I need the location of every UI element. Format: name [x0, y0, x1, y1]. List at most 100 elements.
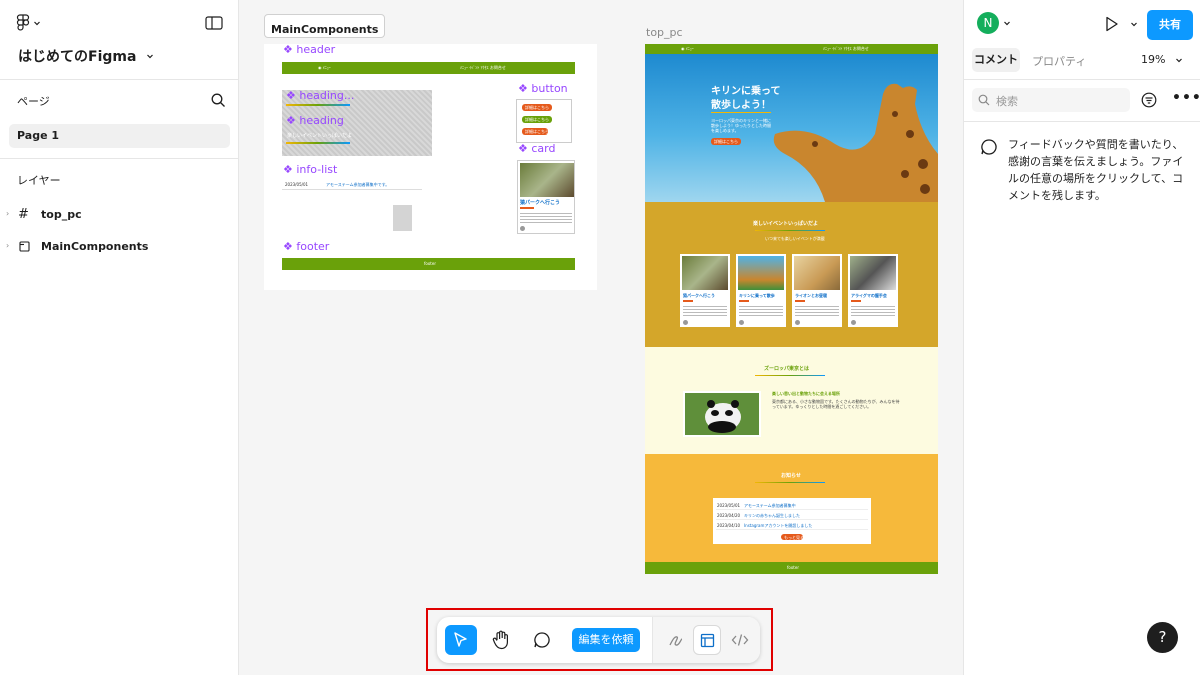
tab-comments[interactable]: コメント	[972, 48, 1020, 72]
search-icon	[978, 94, 990, 106]
event-card-avatar	[683, 320, 688, 325]
component-name: heading	[299, 114, 344, 127]
heading-components[interactable]: ❖ heading... ❖ heading 楽しいイベントいっぱいだよ	[282, 89, 432, 156]
tab-properties[interactable]: プロパティ	[1032, 53, 1086, 69]
draw-mode-icon[interactable]	[668, 632, 684, 648]
info-text: アモーステーム参加者募集中です。	[326, 182, 390, 187]
event-card: ライオンとお昼寝	[792, 254, 842, 327]
card-body-lines	[520, 213, 572, 223]
event-card-body-lines	[739, 306, 783, 316]
share-button[interactable]: 共有	[1147, 10, 1193, 40]
header-component-label[interactable]: ❖ header	[283, 43, 335, 56]
button-variant[interactable]: 詳細はこちら	[522, 104, 552, 111]
info-list-component[interactable]: 2023/05/01 アモーステーム参加者募集中です。	[282, 181, 422, 190]
heading-subtext: 楽しいイベントいっぱいだよ	[287, 133, 353, 139]
heading-component-label[interactable]: ❖ heading	[286, 114, 344, 127]
card-component-label[interactable]: ❖ card	[518, 142, 555, 155]
more-options-icon[interactable]: •••	[1172, 90, 1200, 106]
bottom-toolbar: 編集を依頼	[437, 617, 760, 663]
hero-section: キリンに乗って 散歩しよう！ ヨーロッパ東京のキリンと一緒に散歩しよう！ゆったり…	[645, 54, 938, 202]
event-card-title: ライオンとお昼寝	[795, 293, 827, 298]
main-components-frame[interactable]: ❖ header ◉ ﾒﾆｭｰ ﾒﾆｭｰ ｲﾍﾞﾝﾄ ｱｸｾｽ お問合せ ❖ h…	[264, 43, 597, 290]
main-menu-button[interactable]	[16, 14, 41, 32]
heading-underline	[286, 104, 350, 106]
button-component-set[interactable]: 詳細はこちら 詳細はこちら 詳細はこちら	[516, 99, 572, 143]
design-mode-button[interactable]	[693, 625, 721, 655]
layer-item-maincomponents[interactable]: › MainComponents	[6, 238, 232, 256]
about-title: ズーロッパ東京とは	[764, 366, 810, 372]
main-components-frame-label[interactable]: MainComponents	[264, 14, 386, 38]
about-description: 東京都にある、小さな動物園です。たくさんの動物たちが、みんなを待っています。ゆっ…	[772, 399, 900, 409]
about-subtitle: 楽しい思い出と動物たちに会える場所	[772, 391, 840, 396]
news-text: アモーステーム参加者募集中	[744, 503, 796, 508]
chevron-down-icon	[1004, 21, 1010, 26]
about-underline	[755, 375, 825, 376]
layer-item-top-pc[interactable]: › # top_pc	[6, 206, 232, 224]
card-component[interactable]: 猿パークへ行こう	[517, 160, 575, 234]
top-pc-frame-label[interactable]: top_pc	[646, 26, 683, 39]
request-edit-label: 編集を依頼	[578, 633, 634, 646]
footer-text: footer	[424, 261, 436, 266]
search-icon[interactable]	[211, 93, 226, 108]
button-variant[interactable]: 詳細はこちら	[522, 116, 552, 123]
top-pc-frame[interactable]: ◉ ﾒﾆｭｰ ﾒﾆｭｰ ｲﾍﾞﾝﾄ ｱｸｾｽ お問合せ キリンに乗って 散歩しよ…	[645, 44, 938, 574]
section-icon	[19, 241, 30, 252]
footer-component[interactable]: footer	[282, 258, 575, 270]
expand-arrow-icon[interactable]: ›	[6, 209, 9, 218]
nav-mini: ﾒﾆｭｰ ｲﾍﾞﾝﾄ ｱｸｾｽ お問合せ	[460, 65, 506, 70]
event-card-avatar	[795, 320, 800, 325]
button-text: 詳細はこちら	[525, 117, 549, 122]
event-card: 猿パークへ行こう	[680, 254, 730, 327]
page-item-page-1[interactable]: Page 1	[9, 124, 230, 148]
zoom-value: 19%	[1141, 53, 1166, 66]
chevron-down-icon[interactable]	[1130, 20, 1138, 28]
page-item-label: Page 1	[17, 129, 60, 142]
site-header: ◉ ﾒﾆｭｰ ﾒﾆｭｰ ｲﾍﾞﾝﾄ ｱｸｾｽ お問合せ	[645, 44, 938, 54]
event-card-tag	[739, 300, 749, 302]
event-card-image	[682, 256, 728, 290]
heading-component-label[interactable]: ❖ heading...	[286, 89, 354, 102]
divider	[0, 158, 238, 159]
card-tag	[520, 207, 534, 209]
dev-mode-code-icon[interactable]	[731, 632, 749, 648]
file-name-button[interactable]: はじめてのFigma	[18, 46, 154, 66]
canvas[interactable]: MainComponents ❖ header ◉ ﾒﾆｭｰ ﾒﾆｭｰ ｲﾍﾞﾝ…	[240, 0, 963, 675]
component-name: card	[531, 142, 556, 155]
filter-icon[interactable]	[1141, 92, 1157, 108]
hand-tool-icon[interactable]	[492, 630, 510, 650]
button-variant[interactable]: 詳細はこちら	[522, 128, 549, 135]
info-list-component-label[interactable]: ❖ info-list	[283, 163, 337, 176]
hero-title-line1: キリンに乗って	[711, 86, 781, 97]
events-section: 楽しいイベントいっぱいだよ いつ来ても楽しいイベントが満載 猿パークへ行こう キリ…	[645, 202, 938, 347]
comment-tool-icon[interactable]	[533, 631, 551, 649]
hero-description: ヨーロッパ東京のキリンと一緒に散歩しよう！ゆったりとした時間を楽しめます。	[711, 118, 771, 133]
user-menu[interactable]: N	[977, 12, 1011, 34]
logo-mini: ◉ ﾒﾆｭｰ	[318, 65, 331, 70]
event-card-image	[850, 256, 896, 290]
header-component[interactable]: ◉ ﾒﾆｭｰ ﾒﾆｭｰ ｲﾍﾞﾝﾄ ｱｸｾｽ お問合せ	[282, 62, 575, 74]
news-list: 2023/05/01 アモーステーム参加者募集中 2023/04/20 キリンの赤ちゃ…	[713, 498, 871, 544]
event-card-image	[794, 256, 840, 290]
present-play-icon[interactable]	[1105, 16, 1119, 32]
card-image	[520, 163, 574, 197]
footer-component-label[interactable]: ❖ footer	[283, 240, 329, 253]
news-more-text: もっと見る	[784, 535, 804, 540]
button-component-label[interactable]: ❖ button	[518, 82, 568, 95]
expand-arrow-icon[interactable]: ›	[6, 241, 9, 250]
help-button[interactable]: ?	[1147, 622, 1178, 653]
zoom-dropdown[interactable]: 19%	[1141, 53, 1183, 66]
move-tool-button[interactable]	[445, 625, 477, 655]
divider	[964, 121, 1200, 122]
request-edit-button[interactable]: 編集を依頼	[572, 628, 640, 652]
comment-search-input[interactable]: 検索	[972, 88, 1130, 112]
event-card: キリンに乗って散歩	[736, 254, 786, 327]
event-card-title: 猿パークへ行こう	[683, 293, 715, 298]
site-footer: footer	[645, 562, 938, 574]
news-section: お知らせ 2023/05/01 アモーステーム参加者募集中 2023/04/20 キリ…	[645, 454, 938, 562]
sidebar-toggle-icon[interactable]	[205, 16, 223, 30]
divider	[964, 79, 1200, 80]
placeholder-block	[393, 205, 412, 231]
frame-icon: #	[18, 207, 29, 222]
news-more-button: もっと見る	[781, 534, 804, 540]
divider	[0, 79, 238, 80]
